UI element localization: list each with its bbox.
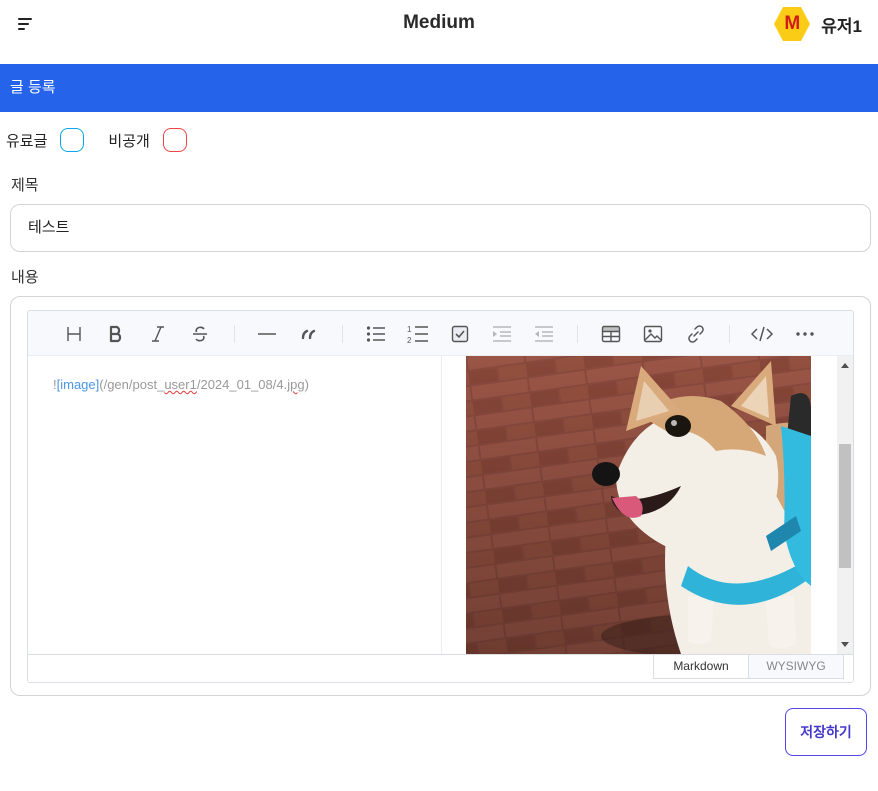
username: 유저1 — [821, 16, 862, 36]
italic-icon[interactable] — [145, 321, 171, 347]
user-menu[interactable]: M 유저1 — [773, 5, 862, 43]
svg-text:1: 1 — [407, 325, 412, 334]
ordered-list-icon[interactable]: 12 — [405, 321, 431, 347]
tab-markdown[interactable]: Markdown — [653, 655, 749, 679]
content-label: 내용 — [11, 269, 39, 286]
corgi-photo — [466, 356, 811, 654]
bullet-list-icon[interactable] — [363, 321, 389, 347]
svg-text:2: 2 — [407, 336, 412, 344]
image-icon[interactable] — [640, 321, 666, 347]
top-bar: Medium M 유저1 — [0, 0, 878, 64]
app-title: Medium — [403, 12, 475, 33]
markdown-pane[interactable]: ![image](/gen/post_user1/2024_01_08/4.jp… — [28, 356, 442, 654]
save-button[interactable]: 저장하기 — [785, 708, 867, 756]
heading-icon[interactable] — [61, 321, 87, 347]
post-options: 유료글 비공개 — [6, 128, 187, 152]
paid-label: 유료글 — [6, 132, 48, 150]
code-icon[interactable] — [749, 321, 775, 347]
preview-pane — [442, 356, 853, 654]
scroll-up-icon[interactable] — [841, 363, 849, 368]
private-checkbox[interactable] — [162, 128, 187, 152]
scroll-down-icon[interactable] — [841, 642, 849, 647]
editor-toolbar: 12 — [28, 311, 853, 356]
task-list-icon[interactable] — [447, 321, 473, 347]
scroll-thumb[interactable] — [839, 444, 851, 568]
markdown-text[interactable]: ![image](/gen/post_user1/2024_01_08/4.jp… — [53, 377, 309, 392]
title-label: 제목 — [11, 177, 39, 194]
markdown-editor: 12 ![image](/gen/post_user1/2024_01_08/4… — [27, 310, 854, 683]
mode-switch-bar: Markdown WYSIWYG — [28, 654, 853, 682]
avatar-letter: M — [784, 13, 801, 34]
avatar: M — [773, 5, 811, 43]
strike-icon[interactable] — [187, 321, 213, 347]
page-title-banner: 글 등록 — [0, 64, 878, 112]
quote-icon[interactable] — [296, 321, 322, 347]
more-icon[interactable] — [792, 321, 818, 347]
table-icon[interactable] — [598, 321, 624, 347]
outdent-icon[interactable] — [531, 321, 557, 347]
tab-wysiwyg[interactable]: WYSIWYG — [748, 655, 844, 679]
paid-checkbox[interactable] — [60, 128, 85, 152]
preview-scrollbar[interactable] — [837, 356, 853, 654]
hr-icon[interactable] — [254, 321, 280, 347]
private-label: 비공개 — [108, 132, 150, 150]
bold-icon[interactable] — [103, 321, 129, 347]
link-icon[interactable] — [683, 321, 709, 347]
title-input[interactable]: 테스트 — [10, 204, 871, 252]
indent-icon[interactable] — [489, 321, 515, 347]
